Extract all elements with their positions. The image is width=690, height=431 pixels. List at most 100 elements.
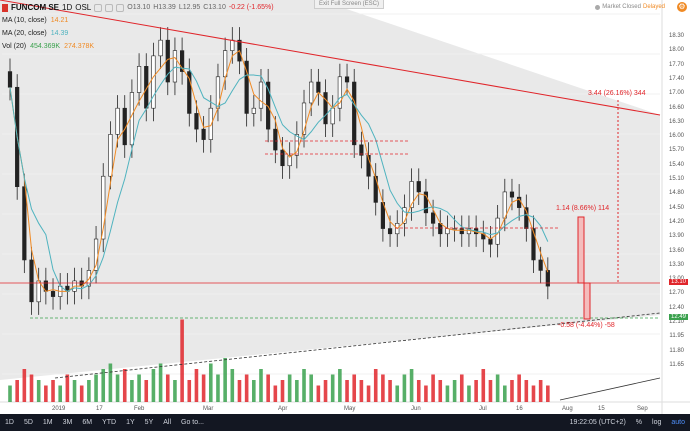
range-6m[interactable]: 6M [77, 419, 97, 426]
annotation-rise[interactable]: 3.44 (26.16%) 344 [588, 90, 646, 97]
candle-body [323, 92, 328, 125]
candle-body [208, 107, 213, 140]
price-axis-label: 17.40 [668, 75, 684, 82]
candle-body [158, 39, 163, 57]
candle-body [452, 228, 457, 230]
volume-bar [201, 374, 206, 402]
volume-bar [531, 385, 536, 402]
percent-toggle[interactable]: % [631, 419, 647, 426]
interval[interactable]: 1D [62, 3, 72, 12]
price-axis-label: 12.40 [668, 304, 684, 311]
measure-drop-box [583, 282, 591, 320]
ohlc-high: H13.39 [153, 4, 176, 11]
time-axis-label: 16 [516, 406, 523, 412]
volume-bar [259, 369, 263, 402]
log-toggle[interactable]: log [647, 419, 666, 426]
volume-bar [402, 374, 407, 402]
volume-bar [130, 380, 134, 402]
volume-bar [122, 369, 127, 402]
range-5y[interactable]: 5Y [140, 419, 159, 426]
volume-bar [359, 380, 364, 402]
time-axis-label: Sep [637, 406, 648, 412]
price-axis-label: 16.30 [668, 118, 684, 125]
range-ytd[interactable]: YTD [97, 419, 121, 426]
volume-bar [158, 363, 163, 402]
price-axis-label: 14.20 [668, 218, 684, 225]
volume-bar [424, 385, 428, 402]
candle-body [29, 259, 34, 303]
candle-body [223, 50, 228, 78]
legend-value: 454.369K [30, 43, 61, 50]
candle-body [136, 66, 142, 93]
volume-bar [72, 380, 77, 402]
legend-value: 14.21 [50, 17, 69, 24]
range-1y[interactable]: 1Y [121, 419, 140, 426]
volume-bar [244, 374, 249, 402]
measure-mid-box [577, 216, 585, 284]
candle-body [194, 113, 199, 130]
volume-bar [352, 374, 357, 402]
candle-body [416, 181, 421, 193]
symbol-name[interactable]: FUNCOM SE [11, 3, 59, 12]
market-dot-icon [595, 4, 601, 10]
exchange: OSL [75, 3, 92, 12]
range-3m[interactable]: 3M [58, 419, 78, 426]
volume-bar [538, 380, 543, 402]
norway-flag-icon [2, 3, 8, 12]
annotation-mid[interactable]: 1.14 (8.66%) 114 [556, 205, 609, 212]
auto-toggle[interactable]: auto [666, 419, 690, 426]
candle-body [50, 291, 56, 297]
time-axis-label: May [344, 406, 356, 412]
ohlc-low: L12.95 [178, 4, 201, 11]
price-axis-label: 17.70 [668, 61, 684, 68]
exit-fullscreen-button[interactable]: Exit Full Screen (ESC) [314, 0, 385, 9]
volume-bar [173, 380, 177, 402]
price-axis-label: 17.00 [668, 90, 684, 97]
volume-bar [87, 380, 91, 402]
range-5d[interactable]: 5D [19, 419, 38, 426]
clock[interactable]: 19:22:05 (UTC+2) [565, 419, 631, 426]
range-all[interactable]: All [158, 419, 176, 426]
legend-ma10[interactable]: MA (10, close) 14.21 [2, 17, 72, 24]
volume-bar [94, 374, 98, 402]
goto-button[interactable]: Go to... [176, 419, 209, 426]
range-1m[interactable]: 1M [38, 419, 58, 426]
gear-icon[interactable]: ⚙ [677, 2, 687, 12]
volume-bar [65, 374, 70, 402]
price-axis-label: 13.30 [668, 261, 684, 268]
legend-ma20[interactable]: MA (20, close) 14.39 [2, 30, 72, 37]
legend-label: MA (10, close) [2, 17, 47, 24]
legend-value-2: 274.378K [64, 43, 95, 50]
annotation-drop[interactable]: -0.58 (-4.44%) -58 [558, 322, 615, 329]
volume-bar [151, 369, 156, 402]
volume-bar [237, 380, 242, 402]
volume-bar [409, 369, 414, 402]
visibility-icon[interactable] [94, 3, 103, 12]
volume-bar [144, 380, 149, 402]
volume-bar [22, 369, 27, 402]
volume-bar [345, 380, 349, 402]
ohlc-open: O13.10 [127, 4, 151, 11]
volume-bar [366, 385, 371, 402]
volume-bar [187, 380, 192, 402]
time-axis-label: Feb [134, 406, 145, 412]
price-axis-label: 13.60 [668, 247, 684, 254]
candle-body [459, 228, 464, 235]
volume-bar [101, 369, 106, 402]
time-axis-label: Jul [479, 406, 487, 412]
settings-icon[interactable] [105, 3, 114, 12]
legend-label: Vol (20) [2, 43, 27, 50]
volume-bar [223, 358, 227, 402]
candle-body [373, 175, 378, 203]
volume-bar [58, 385, 62, 402]
legend-volume[interactable]: Vol (20) 454.369K 274.378K [2, 43, 98, 50]
price-axis-label: 11.65 [669, 362, 684, 368]
volume-bar [15, 380, 19, 402]
price-chart[interactable] [0, 0, 690, 431]
close-icon[interactable] [116, 3, 125, 12]
legend-value: 14.39 [50, 30, 69, 37]
price-axis-label: 15.70 [668, 147, 684, 154]
volume-bar [438, 380, 443, 402]
range-1d[interactable]: 1D [0, 419, 19, 426]
bottom-toolbar: 1D 5D 1M 3M 6M YTD 1Y 5Y All Go to... 19… [0, 414, 690, 431]
